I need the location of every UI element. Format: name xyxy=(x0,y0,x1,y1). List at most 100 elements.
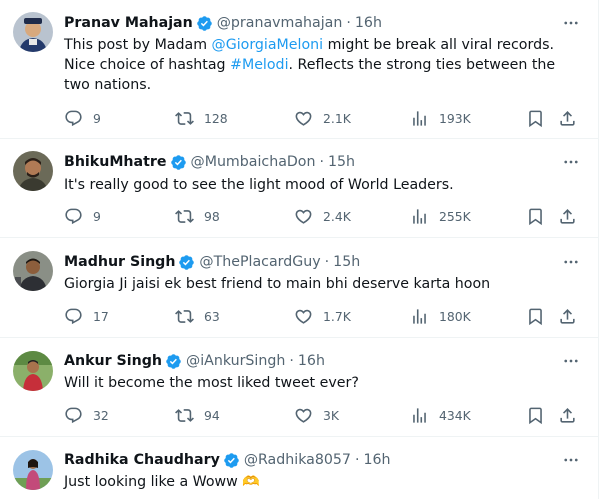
tweet-item[interactable]: Ankur Singh @iAnkurSingh · 16h Will it b… xyxy=(0,338,599,437)
reply-button[interactable]: 9 xyxy=(64,107,101,129)
verified-badge-icon xyxy=(170,154,186,170)
bookmark-button[interactable] xyxy=(526,205,545,227)
views-button[interactable]: 180K xyxy=(410,305,471,327)
retweet-icon xyxy=(175,408,194,422)
more-icon[interactable] xyxy=(561,450,581,470)
retweet-button[interactable]: 63 xyxy=(175,305,220,327)
retweet-button[interactable]: 94 xyxy=(175,404,220,426)
separator-dot: · xyxy=(346,15,351,31)
share-button[interactable] xyxy=(558,205,577,227)
tweet-header: Madhur Singh @ThePlacardGuy · 15h xyxy=(64,252,360,272)
mention-link[interactable]: @GiorgiaMeloni xyxy=(212,37,324,53)
like-count: 1.7K xyxy=(323,308,351,324)
heart-icon xyxy=(295,111,312,126)
views-icon xyxy=(413,407,426,423)
timestamp[interactable]: 15h xyxy=(333,254,360,270)
heart-icon xyxy=(295,408,312,423)
author-name[interactable]: Radhika Chaudhary xyxy=(64,452,220,468)
bookmark-icon xyxy=(529,308,542,325)
views-icon xyxy=(413,308,426,324)
tweet-text: Will it become the most liked tweet ever… xyxy=(64,375,359,391)
author-handle[interactable]: @iAnkurSingh xyxy=(186,353,285,369)
views-button[interactable]: 255K xyxy=(410,205,471,227)
retweet-count: 98 xyxy=(204,208,220,224)
share-button[interactable] xyxy=(558,404,577,426)
timestamp[interactable]: 16h xyxy=(363,452,390,468)
share-button[interactable] xyxy=(558,305,577,327)
like-button[interactable]: 2.1K xyxy=(294,107,351,129)
retweet-count: 63 xyxy=(204,308,220,324)
timestamp[interactable]: 16h xyxy=(355,15,382,31)
avatar[interactable] xyxy=(13,450,53,490)
author-handle[interactable]: @pranavmahajan xyxy=(217,15,343,31)
reply-count: 32 xyxy=(93,407,109,423)
tweet-header: Radhika Chaudhary @Radhika8057 · 16h xyxy=(64,450,391,470)
views-count: 193K xyxy=(439,110,471,126)
author-name[interactable]: BhikuMhatre xyxy=(64,154,167,170)
tweet-text-body: Just looking like a Woww xyxy=(64,474,238,490)
views-button[interactable]: 434K xyxy=(410,404,471,426)
like-button[interactable]: 1.7K xyxy=(294,305,351,327)
avatar[interactable] xyxy=(13,351,53,391)
more-icon[interactable] xyxy=(561,13,581,33)
views-icon xyxy=(413,110,426,126)
author-name[interactable]: Pranav Mahajan xyxy=(64,15,193,31)
author-handle[interactable]: @Radhika8057 xyxy=(244,452,351,468)
like-count: 2.1K xyxy=(323,110,351,126)
reply-button[interactable]: 17 xyxy=(64,305,109,327)
share-button[interactable] xyxy=(558,107,577,129)
views-button[interactable]: 193K xyxy=(410,107,471,129)
reply-button[interactable]: 32 xyxy=(64,404,109,426)
separator-dot: · xyxy=(354,452,360,468)
separator-dot: · xyxy=(324,254,330,270)
author-name[interactable]: Madhur Singh xyxy=(64,254,175,270)
verified-badge-icon xyxy=(179,254,195,270)
views-icon xyxy=(413,208,426,224)
tweet-actions: 9 128 2.1K 193K xyxy=(64,107,584,129)
avatar[interactable] xyxy=(13,251,53,291)
like-button[interactable]: 2.4K xyxy=(294,205,351,227)
retweet-icon xyxy=(175,309,194,323)
reply-count: 9 xyxy=(93,208,101,224)
tweet-item[interactable]: BhikuMhatre @MumbaichaDon · 15h It's rea… xyxy=(0,139,599,238)
more-icon[interactable] xyxy=(561,252,581,272)
bookmark-icon xyxy=(529,110,542,127)
share-icon xyxy=(560,208,575,224)
tweet-item[interactable]: Madhur Singh @ThePlacardGuy · 15h Giorgi… xyxy=(0,238,599,338)
reply-button[interactable]: 9 xyxy=(64,205,101,227)
bookmark-button[interactable] xyxy=(526,107,545,129)
share-icon xyxy=(560,110,575,126)
verified-badge-icon xyxy=(166,353,181,369)
timestamp[interactable]: 16h xyxy=(298,353,325,369)
bookmark-button[interactable] xyxy=(526,404,545,426)
author-name[interactable]: Ankur Singh xyxy=(64,353,162,369)
tweet-actions: 9 98 2.4K 255K xyxy=(64,205,584,227)
author-handle[interactable]: @MumbaichaDon xyxy=(191,154,316,170)
like-count: 2.4K xyxy=(323,208,351,224)
reply-icon xyxy=(65,110,82,126)
more-icon[interactable] xyxy=(561,152,581,172)
retweet-button[interactable]: 128 xyxy=(175,107,228,129)
reply-icon xyxy=(65,407,82,423)
like-button[interactable]: 3K xyxy=(294,404,339,426)
tweet-item[interactable]: Pranav Mahajan @pranavmahajan · 16h This… xyxy=(0,0,599,139)
more-icon[interactable] xyxy=(561,351,581,371)
timestamp[interactable]: 15h xyxy=(328,154,355,170)
avatar[interactable] xyxy=(13,151,53,191)
author-handle[interactable]: @ThePlacardGuy xyxy=(199,254,320,270)
heart-hands-emoji: 🫶 xyxy=(242,474,260,490)
verified-badge-icon xyxy=(224,452,239,468)
bookmark-icon xyxy=(529,208,542,225)
tweet-header: Ankur Singh @iAnkurSingh · 16h xyxy=(64,351,325,371)
views-count: 255K xyxy=(439,208,471,224)
tweet-header: Pranav Mahajan @pranavmahajan · 16h xyxy=(64,13,382,33)
tweet-item[interactable]: Radhika Chaudhary @Radhika8057 · 16h Jus… xyxy=(0,437,599,499)
bookmark-icon xyxy=(529,407,542,424)
separator-dot: · xyxy=(289,353,294,369)
separator-dot: · xyxy=(319,154,324,170)
hashtag-link[interactable]: #Melodi xyxy=(230,57,288,73)
retweet-button[interactable]: 98 xyxy=(175,205,220,227)
avatar[interactable] xyxy=(13,12,53,52)
share-icon xyxy=(560,308,575,324)
bookmark-button[interactable] xyxy=(526,305,545,327)
